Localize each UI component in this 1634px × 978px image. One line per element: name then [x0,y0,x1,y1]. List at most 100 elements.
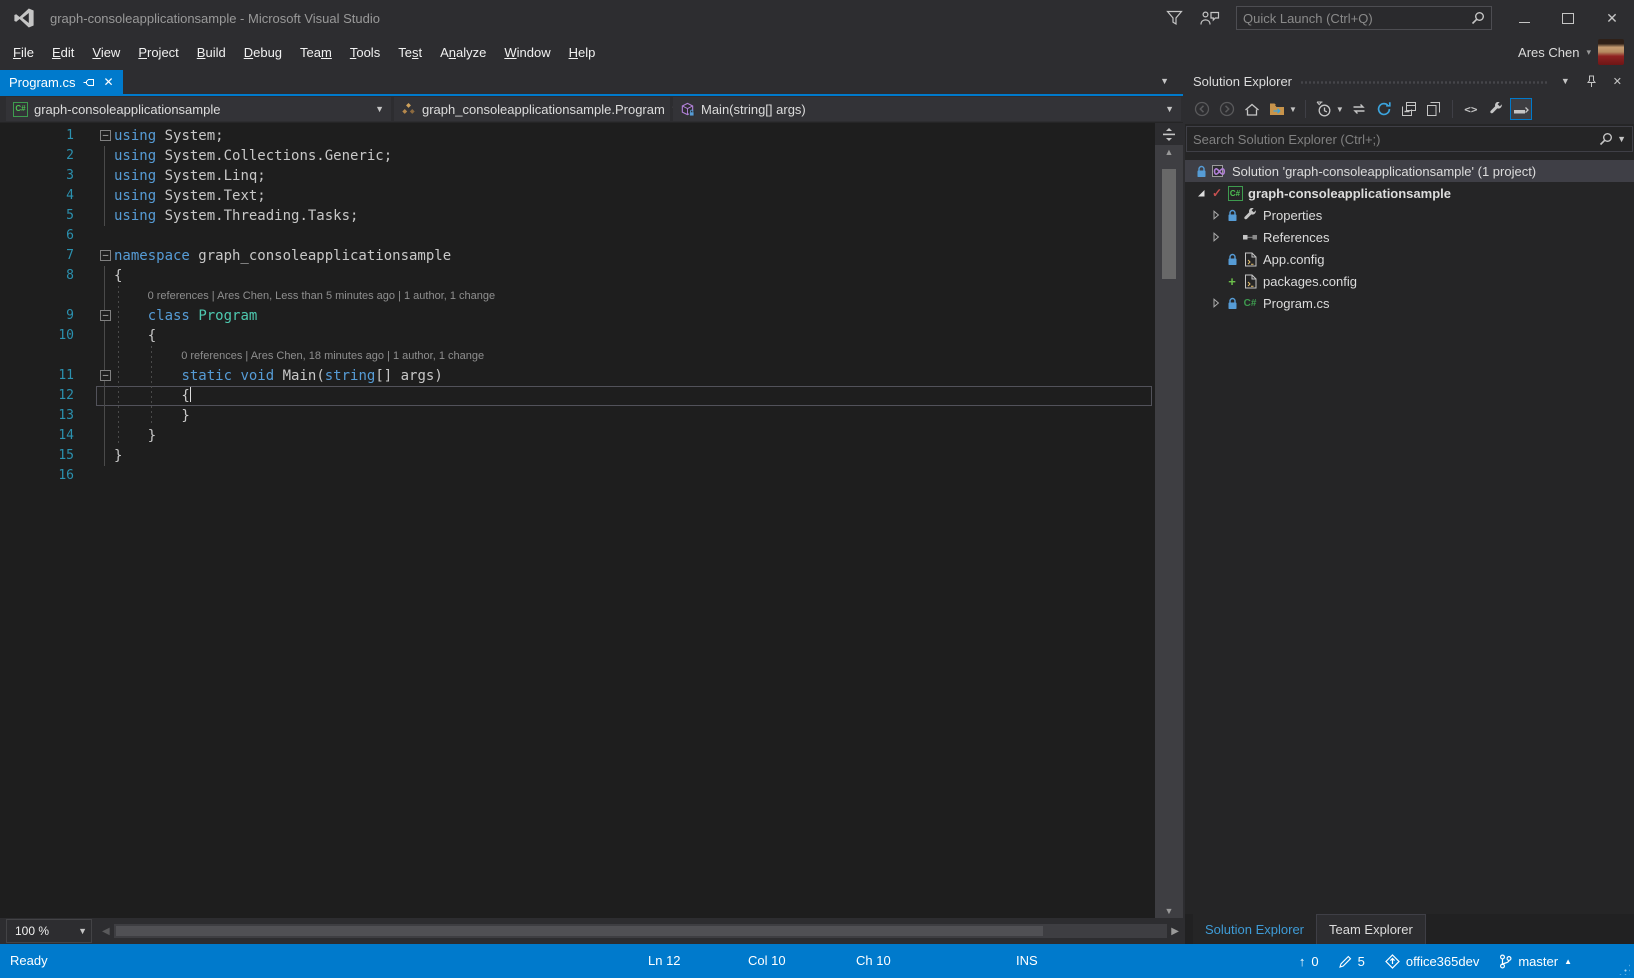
tab-solution-explorer[interactable]: Solution Explorer [1193,914,1316,944]
switch-views-button[interactable] [1266,98,1288,120]
close-tab-icon[interactable]: ✕ [103,75,113,89]
repository-button[interactable]: office365dev [1385,954,1480,969]
panel-drag-grip[interactable] [1300,80,1549,85]
pin-icon[interactable] [1582,75,1601,88]
code-line[interactable]: 11– static void Main(string[] args) [0,366,1155,386]
member-dropdown[interactable]: Main(string[] args) ▼ [673,97,1181,121]
code-line[interactable]: 10 { [0,326,1155,346]
preview-selected-items-toggle[interactable] [1510,98,1532,120]
properties-button[interactable] [1485,98,1507,120]
project-dropdown[interactable]: C# graph-consoleapplicationsample ▼ [6,97,391,121]
branch-button[interactable]: master ▲ [1499,954,1572,969]
forward-button[interactable] [1216,98,1238,120]
horizontal-scrollbar[interactable] [114,924,1168,938]
menu-debug[interactable]: Debug [235,40,291,65]
scroll-right-arrow[interactable]: ▶ [1171,926,1179,937]
notifications-filter-icon[interactable] [1156,4,1192,32]
document-well-dropdown-icon[interactable]: ▼ [1160,76,1169,86]
code-line[interactable]: 8{ [0,266,1155,286]
codelens-row[interactable]: 0 references | Ares Chen, 18 minutes ago… [0,346,1155,366]
maximize-button[interactable] [1546,4,1590,32]
code-line[interactable]: 3using System.Linq; [0,166,1155,186]
code-editor[interactable]: 1–using System;2using System.Collections… [0,123,1183,918]
expander-open-icon[interactable] [1193,186,1209,201]
view-code-button[interactable]: <> [1460,98,1482,120]
chevron-down-icon[interactable]: ▼ [1617,134,1626,144]
code-line[interactable]: 7–namespace graph_consoleapplicationsamp… [0,246,1155,266]
code-line[interactable]: 14 } [0,426,1155,446]
codelens-info[interactable]: 0 references | Ares Chen, 18 minutes ago… [114,346,484,366]
tree-item-solution-graph-consoleapplicationsample-1-project[interactable]: Solution 'graph-consoleapplicationsample… [1185,160,1634,182]
unpublished-commits-button[interactable]: ↑ 0 [1299,954,1319,969]
menu-help[interactable]: Help [560,40,605,65]
collapse-region-icon[interactable]: – [100,130,111,141]
menu-team[interactable]: Team [291,40,341,65]
user-avatar[interactable] [1598,39,1624,65]
collapse-region-icon[interactable]: – [100,370,111,381]
tree-item-packages-config[interactable]: +packages.config [1185,270,1634,292]
scroll-left-arrow[interactable]: ◀ [102,926,110,937]
split-editor-handle[interactable] [1155,123,1183,145]
codelens-info[interactable]: 0 references | Ares Chen, Less than 5 mi… [114,286,495,306]
tree-item-app-config[interactable]: App.config [1185,248,1634,270]
sync-with-active-document-button[interactable] [1348,98,1370,120]
minimize-button[interactable] [1502,4,1546,32]
menu-tools[interactable]: Tools [341,40,389,65]
tab-team-explorer[interactable]: Team Explorer [1316,914,1426,944]
scroll-down-arrow[interactable]: ▼ [1155,906,1183,916]
collapse-region-icon[interactable]: – [100,310,111,321]
scrollbar-thumb[interactable] [1162,169,1176,279]
menu-analyze[interactable]: Analyze [431,40,495,65]
scroll-up-arrow[interactable]: ▲ [1155,147,1183,157]
vertical-scrollbar[interactable]: ▲ ▼ [1155,123,1183,918]
code-line[interactable]: 4using System.Text; [0,186,1155,206]
editor-zoom-dropdown[interactable]: 100 % ▼ [6,919,92,943]
menu-file[interactable]: File [4,40,43,65]
code-line[interactable]: 1–using System; [0,126,1155,146]
code-line[interactable]: 6 [0,226,1155,246]
solution-explorer-search-input[interactable]: Search Solution Explorer (Ctrl+;) ▼ [1186,126,1633,152]
resize-grip[interactable] [1618,963,1630,975]
tree-item-references[interactable]: References [1185,226,1634,248]
code-line[interactable]: 15} [0,446,1155,466]
menu-test[interactable]: Test [389,40,431,65]
window-position-dropdown-icon[interactable]: ▼ [1557,76,1574,86]
code-line[interactable]: 13 } [0,406,1155,426]
type-dropdown[interactable]: graph_consoleapplicationsample.Program ▼ [394,97,670,121]
code-line[interactable]: 12 { [0,386,1155,406]
menu-edit[interactable]: Edit [43,40,83,65]
home-button[interactable] [1241,98,1263,120]
menu-project[interactable]: Project [129,40,187,65]
expander-closed-icon[interactable] [1208,296,1224,311]
feedback-icon[interactable] [1192,4,1228,32]
chevron-down-icon[interactable]: ▼ [1289,105,1297,114]
code-line[interactable]: 16 [0,466,1155,486]
pending-changes-filter-button[interactable] [1313,98,1335,120]
close-button[interactable]: ✕ [1590,4,1634,32]
code-line[interactable]: 5using System.Threading.Tasks; [0,206,1155,226]
collapse-all-button[interactable] [1398,98,1420,120]
code-line[interactable]: 9– class Program [0,306,1155,326]
tree-item-program-cs[interactable]: C#Program.cs [1185,292,1634,314]
back-button[interactable] [1191,98,1213,120]
collapse-region-icon[interactable]: – [100,250,111,261]
pin-icon[interactable] [83,76,95,88]
menu-window[interactable]: Window [495,40,559,65]
show-all-files-button[interactable] [1423,98,1445,120]
close-panel-icon[interactable]: ✕ [1609,75,1626,88]
codelens-row[interactable]: 0 references | Ares Chen, Less than 5 mi… [0,286,1155,306]
code-line[interactable]: 2using System.Collections.Generic; [0,146,1155,166]
user-account-area[interactable]: Ares Chen ▾ [1518,39,1634,65]
scrollbar-thumb[interactable] [116,926,1043,936]
tab-program-cs[interactable]: Program.cs ✕ [0,70,123,94]
quick-launch-input[interactable]: Quick Launch (Ctrl+Q) [1236,6,1492,30]
tree-item-graph-consoleapplicationsample[interactable]: ✓C#graph-consoleapplicationsample [1185,182,1634,204]
expander-closed-icon[interactable] [1208,230,1224,245]
refresh-button[interactable] [1373,98,1395,120]
tree-item-properties[interactable]: Properties [1185,204,1634,226]
chevron-down-icon[interactable]: ▼ [1336,105,1344,114]
expander-closed-icon[interactable] [1208,208,1224,223]
menu-build[interactable]: Build [188,40,235,65]
uncommitted-changes-button[interactable]: 5 [1339,954,1365,969]
code-surface[interactable]: 1–using System;2using System.Collections… [0,123,1155,918]
